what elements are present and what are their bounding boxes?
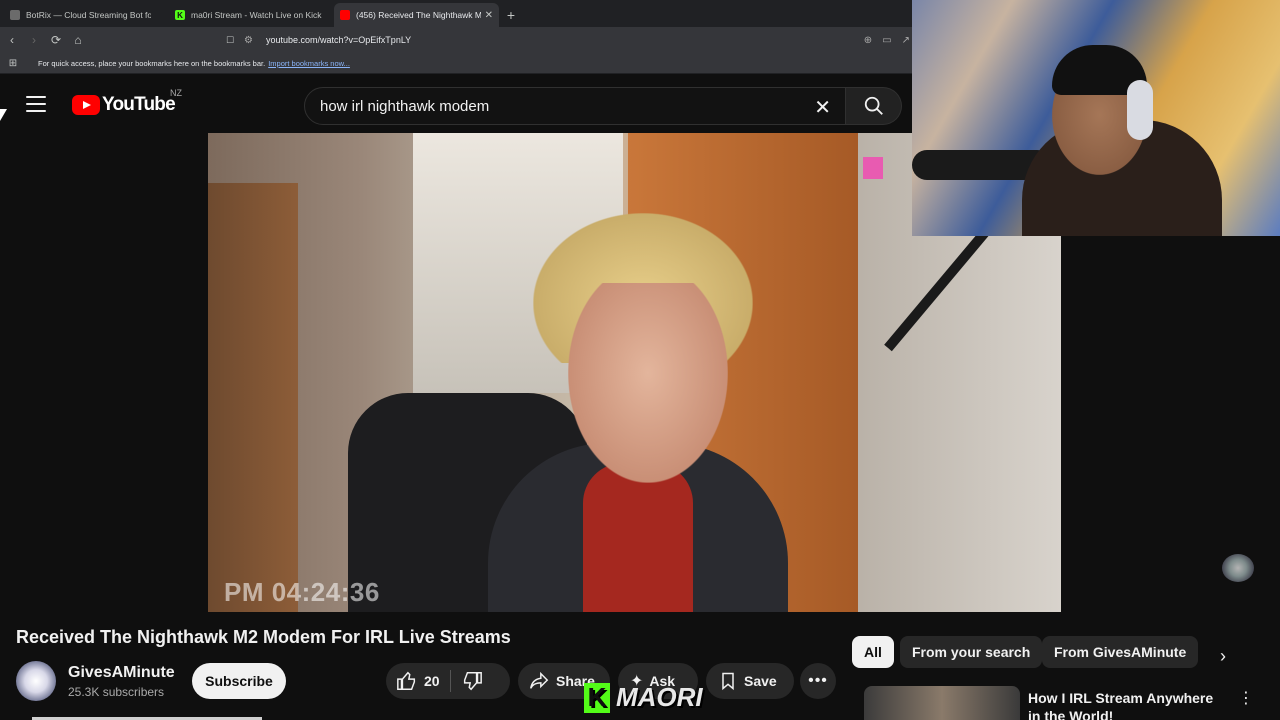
home-icon[interactable]: ⌂ <box>68 30 88 50</box>
new-tab-button[interactable]: + <box>499 3 523 27</box>
youtube-logo-text: YouTube <box>102 94 176 115</box>
video-title: Received The Nighthawk M2 Modem For IRL … <box>16 627 511 647</box>
webcam-overlay <box>912 0 1280 236</box>
like-separator <box>449 670 451 692</box>
chip-from-your-search[interactable]: From your search <box>900 636 1043 668</box>
channel-watermark-icon <box>1222 554 1254 582</box>
youtube-favicon-icon <box>340 10 350 20</box>
hamburger-menu-icon[interactable] <box>26 96 46 112</box>
bookmark-star-icon[interactable]: ☐ <box>226 35 244 46</box>
search-query: how irl nighthawk modem <box>320 98 490 115</box>
youtube-logo[interactable]: YouTube NZ <box>72 88 182 116</box>
video-scene-sticky-note <box>863 157 883 179</box>
import-bookmarks-link[interactable]: Import bookmarks now... <box>268 59 350 68</box>
site-info-icon[interactable]: ⚙ <box>244 35 258 46</box>
youtube-header: YouTube NZ how irl nighthawk modem ✕ <box>0 75 912 133</box>
video-scene-person <box>488 213 788 612</box>
save-label: Save <box>744 673 777 689</box>
channel-name[interactable]: GivesAMinute <box>68 664 175 682</box>
url-text: youtube.com/watch?v=OpEifxTpnLY <box>266 35 412 45</box>
webcam-headset <box>1127 80 1153 140</box>
person-shirt <box>583 463 693 612</box>
subscribe-button[interactable]: Subscribe <box>192 663 286 699</box>
like-button[interactable]: 20 <box>386 663 440 699</box>
thumbs-down-icon <box>463 672 482 691</box>
video-scene-mic-arm <box>884 222 995 352</box>
bookmarks-hint: For quick access, place your bookmarks h… <box>38 58 350 68</box>
like-count: 20 <box>424 673 440 689</box>
save-button[interactable]: Save <box>706 663 794 699</box>
chip-all[interactable]: All <box>852 636 894 668</box>
back-icon[interactable]: ‹ <box>2 30 22 50</box>
search-button[interactable] <box>846 87 902 125</box>
tab-youtube-active[interactable]: (456) Received The Nighthawk M ✕ <box>334 3 499 27</box>
mouse-cursor-icon <box>0 109 7 121</box>
tab-title: (456) Received The Nighthawk M <box>356 10 481 20</box>
address-bar: ‹ › ⟳ ⌂ ☐ ⚙ youtube.com/watch?v=OpEifxTp… <box>0 27 912 53</box>
omnibox[interactable]: ☐ ⚙ youtube.com/watch?v=OpEifxTpnLY ⊕ ▭ … <box>226 30 910 50</box>
bookmarks-bar: ⊞ For quick access, place your bookmarks… <box>0 53 912 74</box>
search-input[interactable]: how irl nighthawk modem ✕ <box>304 87 846 125</box>
like-dislike-group: 20 <box>386 663 510 699</box>
video-scene-door <box>208 183 298 612</box>
kick-logo-icon: K <box>584 682 610 713</box>
watermark-text: MAORI <box>616 682 703 712</box>
recommendation-thumbnail[interactable] <box>864 686 1020 720</box>
share-icon <box>530 671 549 689</box>
apps-grid-icon[interactable]: ⊞ <box>0 58 26 69</box>
video-timestamp-overlay: PM 04:24:36 <box>224 577 380 607</box>
tab-botrix[interactable]: BotRix — Cloud Streaming Bot for Tw ✕ <box>4 3 169 27</box>
country-code: NZ <box>170 88 182 98</box>
reload-icon[interactable]: ⟳ <box>46 30 66 50</box>
extension-icon[interactable]: ↗ <box>902 35 910 46</box>
close-tab-icon[interactable]: ✕ <box>485 10 493 21</box>
clear-search-icon[interactable]: ✕ <box>814 95 831 120</box>
channel-avatar[interactable] <box>16 661 56 701</box>
tab-title: ma0ri Stream - Watch Live on Kick <box>191 10 322 20</box>
person-face <box>568 283 728 483</box>
kick-favicon-icon: K <box>175 10 185 20</box>
zoom-icon[interactable]: ⊕ <box>864 35 872 46</box>
kick-watermark: K MAORI <box>584 682 703 713</box>
bookmark-icon <box>722 672 734 691</box>
botrix-favicon-icon <box>10 10 20 20</box>
recommendation-title[interactable]: How I IRL Stream Anywhere in the World! <box>1028 689 1228 720</box>
more-actions-icon[interactable]: ••• <box>800 663 836 699</box>
chevron-right-icon[interactable]: › <box>1220 646 1226 667</box>
tab-kick[interactable]: K ma0ri Stream - Watch Live on Kick <box>169 3 334 27</box>
dislike-button[interactable] <box>461 670 483 692</box>
forward-icon[interactable]: › <box>24 30 44 50</box>
tab-title: BotRix — Cloud Streaming Bot for Tw <box>26 10 151 20</box>
browser-tab-bar: BotRix — Cloud Streaming Bot for Tw ✕ K … <box>0 0 912 27</box>
recommendation-more-icon[interactable]: ⋮ <box>1238 688 1254 708</box>
chip-from-channel[interactable]: From GivesAMinute <box>1042 636 1199 668</box>
thumbs-up-icon <box>397 671 416 690</box>
search-icon <box>864 96 883 115</box>
subscriber-count: 25.3K subscribers <box>68 685 165 699</box>
youtube-play-icon <box>72 95 100 115</box>
cast-icon[interactable]: ▭ <box>882 35 891 46</box>
